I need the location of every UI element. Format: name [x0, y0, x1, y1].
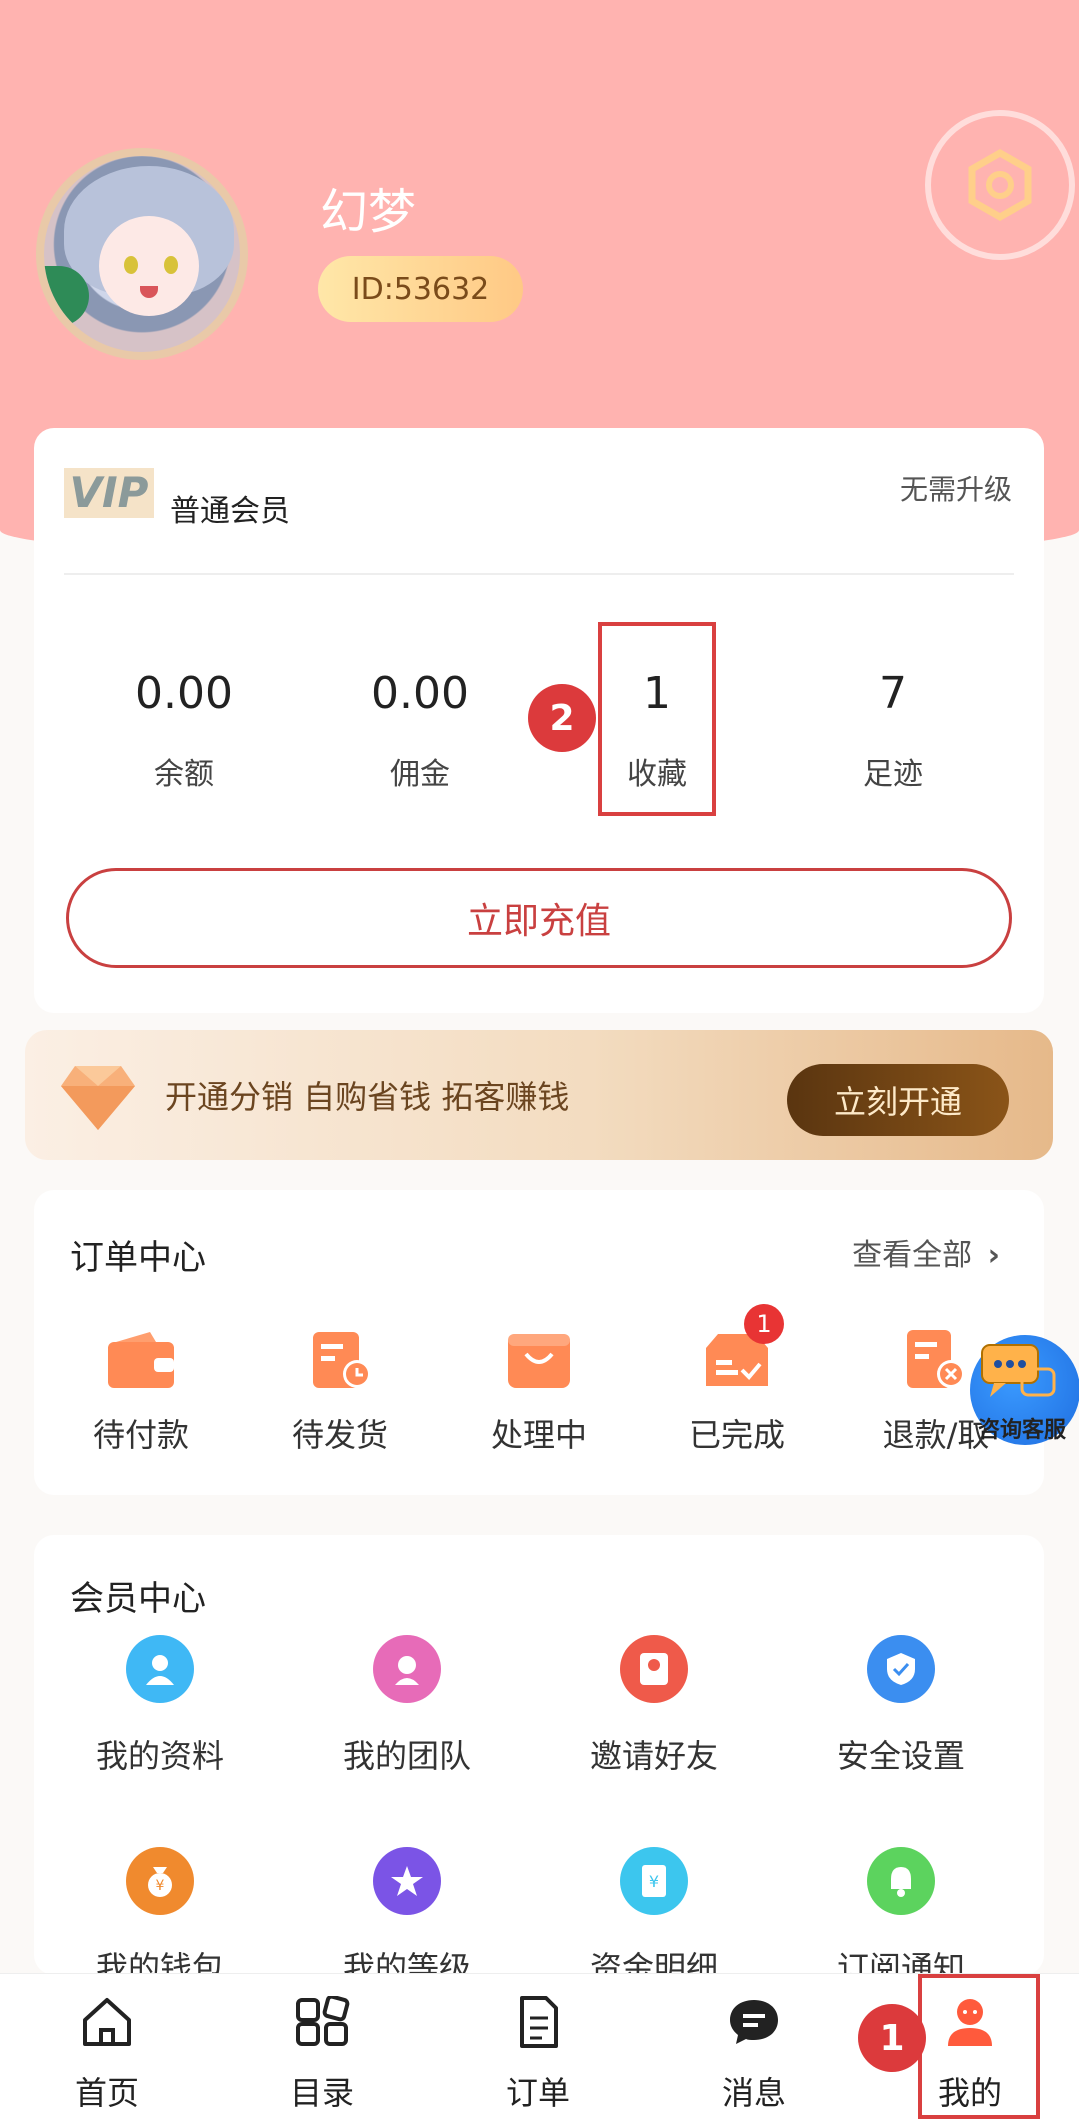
member-my-wallet[interactable]: ¥ 我的钱包	[55, 1847, 265, 1989]
wallet-icon	[106, 1330, 176, 1390]
vip-badge: VIP	[64, 468, 154, 518]
member-center-title: 会员中心	[70, 1579, 206, 1619]
order-pending-shipment[interactable]: 待发货	[240, 1330, 440, 1456]
check-box-icon: 1	[702, 1304, 784, 1390]
shield-icon	[867, 1635, 935, 1703]
order-pending-payment[interactable]: 待付款	[41, 1330, 241, 1456]
settings-button[interactable]	[925, 110, 1075, 260]
distribution-banner[interactable]: 开通分销 自购省钱 拓客赚钱 立刻开通	[25, 1030, 1053, 1160]
divider	[64, 573, 1014, 575]
activate-now-button[interactable]: 立刻开通	[787, 1064, 1009, 1136]
username: 幻梦	[320, 184, 417, 240]
bell-icon	[867, 1847, 935, 1915]
svg-text:¥: ¥	[649, 1872, 659, 1891]
recharge-button[interactable]: 立即充值	[66, 868, 1012, 968]
banner-text: 开通分销 自购省钱 拓客赚钱	[165, 1078, 570, 1116]
grid-icon	[296, 1994, 350, 2046]
stat-balance[interactable]: 0.00 余额	[84, 668, 284, 793]
order-completed[interactable]: 1 已完成	[637, 1304, 837, 1456]
member-center-card: 会员中心 我的资料 我的团队 邀请好友 安全设置 ¥ 我的钱包 我的等级 ¥ 资…	[34, 1535, 1044, 1987]
stat-commission[interactable]: 0.00 佣金	[320, 668, 520, 793]
favorites-highlight-box	[598, 622, 716, 816]
refund-icon	[901, 1330, 971, 1390]
vip-card: VIP 普通会员 无需升级 0.00 余额 0.00 佣金 1 收藏 7 足迹 …	[34, 428, 1044, 1013]
receipt-icon: ¥	[620, 1847, 688, 1915]
stat-footprints[interactable]: 7 足迹	[793, 668, 993, 793]
avatar[interactable]	[36, 148, 248, 360]
completed-count-badge: 1	[744, 1304, 784, 1344]
member-subscribe-notice[interactable]: 订阅通知	[796, 1847, 1006, 1989]
member-my-profile[interactable]: 我的资料	[55, 1635, 265, 1777]
bottom-tab-bar: 首页 目录 订单 消息 我的 1	[0, 1973, 1079, 2128]
order-center-title: 订单中心	[70, 1238, 206, 1278]
tab-home[interactable]: 首页	[32, 1996, 182, 2114]
svg-text:¥: ¥	[156, 1878, 165, 1894]
view-all-orders-link[interactable]: 查看全部 ›	[852, 1230, 1000, 1274]
document-icon	[520, 1996, 558, 2048]
chevron-right-icon: ›	[987, 1238, 1000, 1273]
gear-icon	[968, 148, 1032, 222]
member-fund-details[interactable]: ¥ 资金明细	[549, 1847, 759, 1989]
clock-doc-icon	[305, 1330, 375, 1390]
bag-icon	[504, 1330, 574, 1390]
red-envelope-icon	[620, 1635, 688, 1703]
diamond-icon	[61, 1066, 135, 1130]
star-icon	[373, 1847, 441, 1915]
money-bag-icon: ¥	[126, 1847, 194, 1915]
vip-level: 普通会员	[170, 494, 290, 529]
tab-messages[interactable]: 消息	[679, 1996, 829, 2114]
order-processing[interactable]: 处理中	[439, 1330, 639, 1456]
member-security-settings[interactable]: 安全设置	[796, 1635, 1006, 1777]
chat-bubbles-icon	[981, 1344, 1056, 1397]
order-center-card: 订单中心 查看全部 › 待付款 待发货 处理中 1 已完成 退款/取	[34, 1190, 1044, 1495]
chat-icon	[730, 2000, 778, 2044]
member-my-team[interactable]: 我的团队	[302, 1635, 512, 1777]
customer-service-label: 咨询客服	[978, 1418, 1067, 1443]
mine-tab-highlight-box	[918, 1974, 1040, 2119]
home-icon	[83, 1998, 131, 2046]
user-icon	[126, 1635, 194, 1703]
tab-orders[interactable]: 订单	[463, 1996, 613, 2114]
vip-upgrade-status[interactable]: 无需升级	[900, 468, 1012, 508]
tab-catalog[interactable]: 目录	[247, 1994, 397, 2114]
step-badge-2: 2	[528, 684, 596, 752]
member-invite-friends[interactable]: 邀请好友	[549, 1635, 759, 1777]
team-icon	[373, 1635, 441, 1703]
member-my-level[interactable]: 我的等级	[302, 1847, 512, 1989]
user-id-badge: ID:53632	[318, 256, 523, 322]
step-badge-1: 1	[858, 2004, 926, 2072]
